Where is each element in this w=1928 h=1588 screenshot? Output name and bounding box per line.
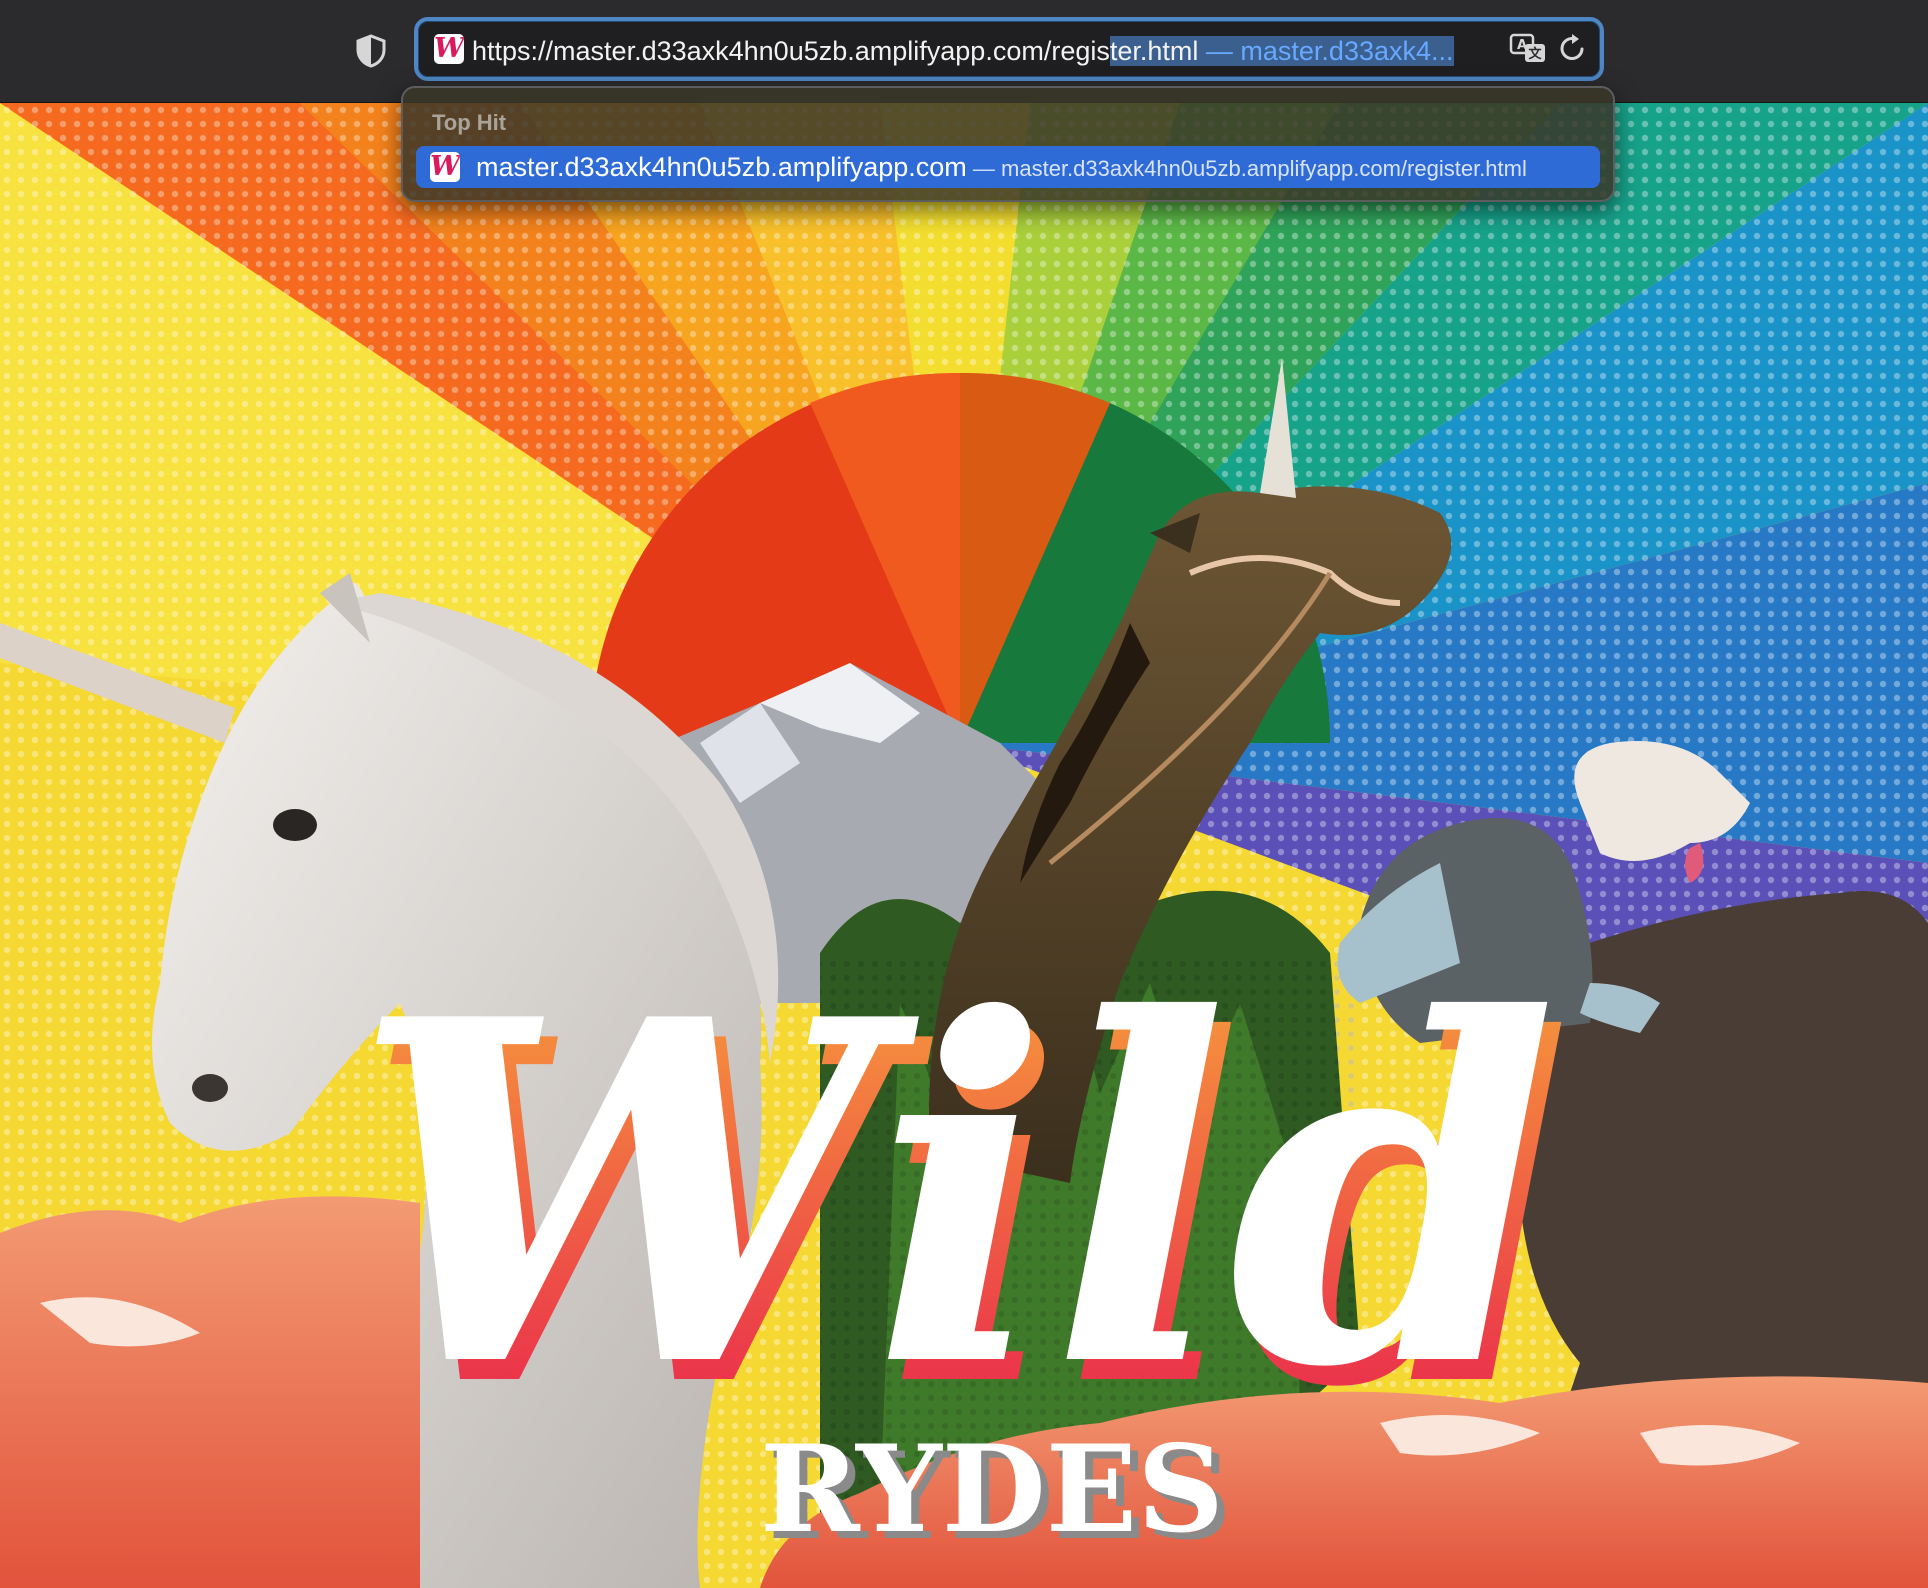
url-autocomplete-selection: ter.html — master.d33axk4... xyxy=(1109,36,1454,66)
address-bar[interactable]: W https://master.d33axk4hn0u5zb.amplifya… xyxy=(414,17,1604,81)
suggestion-url: master.d33axk4hn0u5zb.amplifyapp.com/reg… xyxy=(1001,156,1527,181)
address-suggestions-dropdown: Top Hit W master.d33axk4hn0u5zb.amplifya… xyxy=(401,86,1615,202)
url-selected-text: ter.html xyxy=(1109,36,1199,66)
suggestion-separator: — xyxy=(966,156,1002,181)
svg-text:文: 文 xyxy=(1528,46,1542,62)
reload-icon[interactable] xyxy=(1558,31,1588,65)
favicon-icon: W xyxy=(430,152,460,182)
suggestion-text: master.d33axk4hn0u5zb.amplifyapp.com — m… xyxy=(476,150,1527,186)
hero-artwork: Wild Wild RYDES RYDES xyxy=(0,103,1928,1588)
logo-wild: Wild xyxy=(352,918,1557,1470)
favicon-icon: W xyxy=(434,34,464,64)
top-hit-suggestion[interactable]: W master.d33axk4hn0u5zb.amplifyapp.com —… xyxy=(416,146,1600,188)
url-typed-text: https://master.d33axk4hn0u5zb.amplifyapp… xyxy=(472,36,1110,66)
shield-icon[interactable] xyxy=(355,34,387,68)
url-inline-suffix: — master.d33axk4... xyxy=(1198,36,1454,66)
hero-banner: Wild Wild RYDES RYDES xyxy=(0,103,1928,1588)
suggestion-title: master.d33axk4hn0u5zb.amplifyapp.com xyxy=(476,152,967,182)
translate-icon[interactable]: A 文 xyxy=(1508,32,1548,66)
wild-rydes-logo: Wild Wild RYDES RYDES xyxy=(352,918,1571,1567)
top-hit-header: Top Hit xyxy=(432,110,507,135)
address-input[interactable]: https://master.d33axk4hn0u5zb.amplifyapp… xyxy=(472,31,1454,71)
logo-rydes: RYDES xyxy=(760,1419,1224,1560)
